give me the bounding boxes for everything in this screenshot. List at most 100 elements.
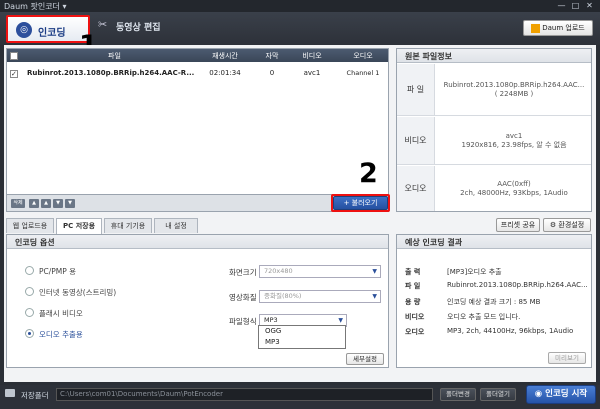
column-audio[interactable]: 오디오 [340, 51, 386, 61]
detail-settings-button[interactable]: 세부설정 [346, 353, 384, 365]
row-video: avc1 [303, 69, 321, 77]
screen-size-label: 화면크기 [229, 268, 257, 277]
result-value: 인코딩 예상 결과 크기 : 85 MB [447, 298, 541, 306]
daum-upload-button[interactable]: Daum 업로드 [523, 20, 593, 36]
chevron-down-icon: ▼ [372, 268, 377, 275]
row-subtitle: 0 [269, 69, 275, 77]
info-row-video: 비디오 avc1 1920x816, 23.98fps, 알 수 없음 [397, 117, 591, 165]
file-table-header: 파일 재생시간 자막 비디오 오디오 [7, 49, 388, 62]
row-duration: 02:01:34 [209, 69, 241, 77]
play-icon: ◉ [534, 389, 543, 399]
radio-label: 인터넷 동영상(스트리밍) [39, 288, 117, 297]
info-key: 오디오 [397, 166, 435, 211]
tab-web-upload[interactable]: 웹 업로드용 [6, 218, 54, 233]
move-top-button[interactable]: ▲ [29, 199, 39, 208]
minimize-button[interactable]: — [556, 1, 567, 11]
info-line: ( 2248MB ) [494, 89, 534, 98]
open-folder-button[interactable]: 폴더열기 [480, 388, 516, 401]
result-key: 출 력 [405, 268, 421, 276]
column-duration[interactable]: 재생시간 [203, 51, 247, 61]
quality-label: 영상화질 [229, 293, 257, 302]
load-file-label: 불러오기 [351, 199, 378, 207]
radio-label: PC/PMP 용 [39, 267, 77, 276]
row-file: Rubinrot.2013.1080p.BRRip.h264.AAC-R... [27, 69, 195, 77]
settings-label: 환경설정 [558, 221, 585, 229]
column-subtitle[interactable]: 자막 [255, 51, 289, 61]
radio-dot [25, 287, 34, 296]
row-audio: Channel 1 [346, 69, 380, 77]
start-encoding-label: 인코딩 시작 [545, 389, 588, 399]
info-value: AAC(0xff) 2ch, 48000Hz, 93Kbps, 1Audio [437, 166, 591, 211]
tab-edit-label: 동영상 편집 [116, 23, 161, 33]
format-option-ogg[interactable]: OGG [265, 327, 281, 335]
save-path-field[interactable]: C:\Users\com01\Documents\Daum\PotEncoder [56, 388, 433, 401]
format-label: 파일형식 [229, 317, 257, 326]
info-line: 1920x816, 23.98fps, 알 수 없음 [461, 140, 567, 149]
options-title: 인코딩 옵션 [15, 238, 55, 247]
settings-button[interactable]: ⚙ 환경설정 [543, 218, 591, 232]
result-value: 오디오 추출 모드 입니다. [447, 313, 521, 321]
format-dropdown-list: OGG MP3 [258, 325, 346, 349]
tab-pc-save[interactable]: PC 저장용 [56, 218, 102, 234]
result-key: 파 일 [405, 282, 421, 290]
info-value: Rubinrot.2013.1080p.BRRip.h264.AAC...( 2… [437, 64, 591, 115]
preview-button[interactable]: 미리보기 [548, 352, 586, 364]
result-header: 예상 인코딩 결과 [397, 235, 591, 249]
format-value: MP3 [264, 316, 278, 324]
source-info-header: 원본 파일정보 [397, 49, 591, 63]
row-checkbox[interactable]: ✓ [10, 70, 18, 78]
file-table[interactable]: 파일 재생시간 자막 비디오 오디오 ✓ Rubinrot.2013.1080p… [6, 48, 389, 195]
result-key: 비디오 [405, 313, 425, 321]
move-up-button[interactable]: ▲ [41, 199, 51, 208]
source-info-title: 원본 파일정보 [405, 52, 452, 61]
app-title[interactable]: Daum 팟인코더 ▾ [4, 1, 66, 12]
step-2-annotation: 2 [359, 158, 378, 189]
radio-dot [25, 308, 34, 317]
move-down-button[interactable]: ▼ [53, 199, 63, 208]
result-key: 오디오 [405, 328, 425, 336]
daum-logo-icon [531, 23, 541, 33]
table-row[interactable]: ✓ Rubinrot.2013.1080p.BRRip.h264.AAC-R..… [7, 67, 388, 80]
gear-icon: ⚙ [549, 221, 557, 229]
result-key: 용 량 [405, 298, 421, 306]
info-row-file: 파 일 Rubinrot.2013.1080p.BRRip.h264.AAC..… [397, 64, 591, 116]
tab-encoding-label: 인코딩 [38, 28, 66, 39]
result-title: 예상 인코딩 결과 [405, 238, 463, 247]
tab-mobile[interactable]: 휴대 기기용 [104, 218, 152, 233]
column-file[interactable]: 파일 [27, 51, 202, 61]
result-value: [MP3]오디오 추출 [447, 268, 502, 276]
source-info-panel: 원본 파일정보 파 일 Rubinrot.2013.1080p.BRRip.h2… [396, 48, 592, 212]
quality-value: 중화질(80%) [264, 292, 302, 300]
select-all-checkbox[interactable] [10, 52, 18, 60]
info-row-audio: 오디오 AAC(0xff) 2ch, 48000Hz, 93Kbps, 1Audi… [397, 166, 591, 211]
tab-my-settings[interactable]: 내 설정 [154, 218, 198, 233]
tab-encoding[interactable]: ◎ 인코딩 [6, 15, 90, 43]
maximize-button[interactable]: □ [570, 1, 581, 11]
screen-size-select[interactable]: 720x480 ▼ [259, 265, 381, 278]
info-line: Rubinrot.2013.1080p.BRRip.h264.AAC... [443, 80, 585, 89]
preset-share-button[interactable]: 프리셋 공유 [496, 218, 540, 232]
encoding-icon: ◎ [16, 22, 32, 38]
result-value: Rubinrot.2013.1080p.BRRip.h264.AAC... [447, 281, 587, 289]
chevron-down-icon: ▼ [372, 293, 377, 300]
radio-label: 오디오 추출용 [39, 330, 83, 339]
close-button[interactable]: ✕ [584, 1, 595, 11]
quality-select[interactable]: 중화질(80%) ▼ [259, 290, 381, 303]
options-header: 인코딩 옵션 [7, 235, 388, 249]
move-bottom-button[interactable]: ▼ [65, 199, 75, 208]
load-file-button[interactable]: + 불러오기 [333, 196, 388, 210]
expected-result-panel: 예상 인코딩 결과 출 력 [MP3]오디오 추출 파 일 Rubinrot.2… [396, 234, 592, 368]
column-video[interactable]: 비디오 [292, 51, 332, 61]
start-encoding-button[interactable]: ◉ 인코딩 시작 [526, 385, 596, 404]
info-line: AAC(0xff) [497, 179, 531, 188]
change-folder-button[interactable]: 폴더변경 [440, 388, 476, 401]
format-option-mp3[interactable]: MP3 [265, 338, 280, 346]
radio-label: 플래시 비디오 [39, 309, 83, 318]
delete-button[interactable]: 삭제 [11, 199, 25, 208]
info-value: avc1 1920x816, 23.98fps, 알 수 없음 [437, 117, 591, 164]
info-key: 파 일 [397, 64, 435, 115]
radio-dot [25, 266, 34, 275]
scissors-icon: ✂ [98, 18, 108, 31]
screen-size-value: 720x480 [264, 267, 293, 275]
radio-dot [25, 329, 34, 338]
